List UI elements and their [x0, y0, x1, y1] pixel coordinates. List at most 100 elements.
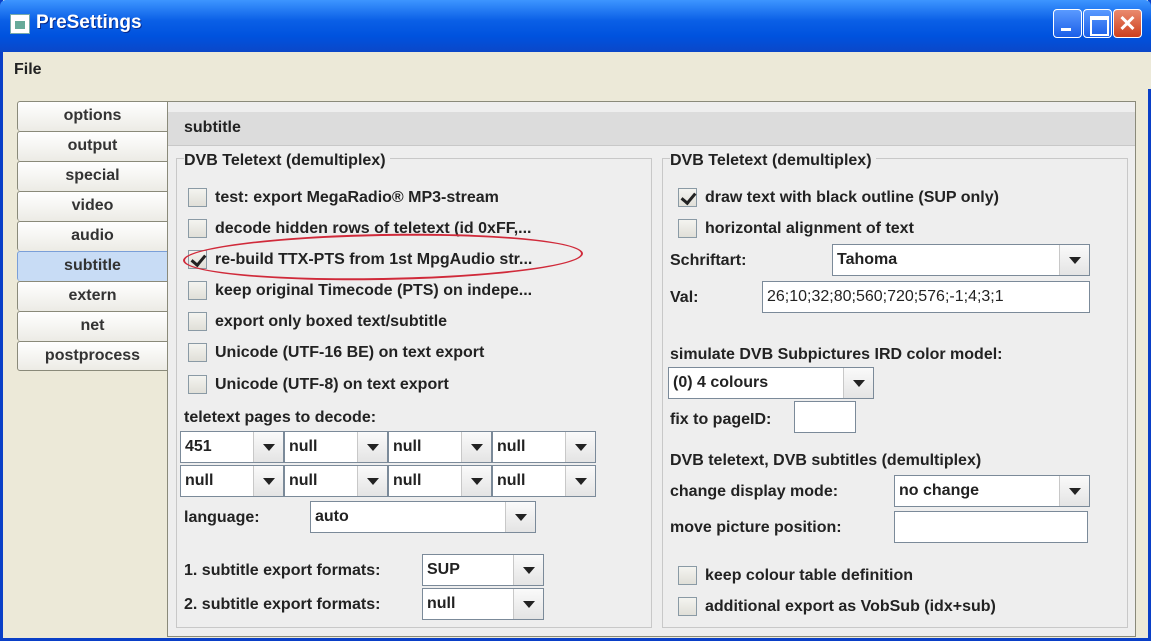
checkbox[interactable]: [188, 219, 207, 238]
font-label: Schriftart:: [670, 252, 747, 269]
select-value: null: [497, 438, 526, 455]
check-horizontal-alignment[interactable]: horizontal alignment of text: [678, 219, 914, 238]
val-label: Val:: [670, 289, 699, 306]
export1-select[interactable]: SUP: [422, 554, 544, 586]
tab-subtitle[interactable]: subtitle: [17, 251, 168, 281]
check-megaradio[interactable]: test: export MegaRadio® MP3-stream: [188, 188, 499, 207]
check-label: keep original Timecode (PTS) on indepe..…: [215, 281, 533, 299]
checkbox[interactable]: [678, 566, 697, 585]
chevron-down-icon: [253, 466, 283, 496]
right-section-title: DVB Teletext (demultiplex): [670, 152, 876, 170]
presettings-window: PreSettings ✕ File options output specia…: [0, 0, 1151, 641]
check-utf16[interactable]: Unicode (UTF-16 BE) on text export: [188, 343, 484, 362]
java-app-icon: [10, 14, 30, 34]
select-value: SUP: [427, 561, 460, 578]
chevron-down-icon: [843, 368, 873, 398]
chevron-down-icon: [1059, 245, 1089, 275]
page-select-8[interactable]: null: [492, 465, 596, 497]
page-select-4[interactable]: null: [492, 431, 596, 463]
select-value: null: [427, 595, 456, 612]
window-title: PreSettings: [36, 12, 142, 33]
page-select-1[interactable]: 451: [180, 431, 284, 463]
page-select-2[interactable]: null: [284, 431, 388, 463]
chevron-down-icon: [461, 466, 491, 496]
checkbox[interactable]: [188, 343, 207, 362]
close-icon: ✕: [1118, 11, 1137, 36]
menu-bar: File: [3, 52, 1151, 89]
page-select-7[interactable]: null: [388, 465, 492, 497]
tab-audio[interactable]: audio: [17, 221, 168, 251]
title-bar[interactable]: PreSettings ✕: [0, 0, 1151, 52]
minimize-button[interactable]: [1053, 9, 1082, 38]
page-select-5[interactable]: null: [180, 465, 284, 497]
chevron-down-icon: [565, 432, 595, 462]
checkbox[interactable]: [678, 188, 697, 207]
check-boxed-text[interactable]: export only boxed text/subtitle: [188, 312, 447, 331]
tab-special[interactable]: special: [17, 161, 168, 191]
display-mode-label: change display mode:: [670, 483, 839, 500]
panel-header: subtitle: [168, 112, 1135, 146]
checkbox[interactable]: [188, 188, 207, 207]
language-select[interactable]: auto: [310, 501, 536, 533]
select-value: 451: [185, 438, 212, 455]
select-value: null: [393, 472, 422, 489]
tab-postprocess[interactable]: postprocess: [17, 341, 168, 371]
checkbox[interactable]: [678, 219, 697, 238]
fixpage-field[interactable]: [794, 401, 856, 433]
check-keep-timecode[interactable]: keep original Timecode (PTS) on indepe..…: [188, 281, 532, 300]
checkbox[interactable]: [188, 375, 207, 394]
chevron-down-icon: [357, 432, 387, 462]
chevron-down-icon: [513, 555, 543, 585]
check-label: Unicode (UTF-8) on text export: [215, 375, 449, 393]
chevron-down-icon: [505, 502, 535, 532]
select-value: auto: [315, 508, 349, 525]
chevron-down-icon: [253, 432, 283, 462]
checkbox[interactable]: [188, 312, 207, 331]
left-section-title: DVB Teletext (demultiplex): [184, 152, 390, 170]
val-field[interactable]: 26;10;32;80;560;720;576;-1;4;3;1: [762, 281, 1090, 313]
chevron-down-icon: [461, 432, 491, 462]
subtitle-panel: subtitle DVB Teletext (demultiplex) test…: [167, 101, 1136, 637]
checkbox[interactable]: [678, 597, 697, 616]
select-value: null: [185, 472, 214, 489]
export2-select[interactable]: null: [422, 588, 544, 620]
check-label: export only boxed text/subtitle: [215, 312, 448, 330]
menu-file[interactable]: File: [14, 61, 42, 79]
check-label: horizontal alignment of text: [705, 219, 914, 237]
check-label: test: export MegaRadio® MP3-stream: [215, 188, 499, 206]
tab-extern[interactable]: extern: [17, 281, 168, 311]
settings-tabs: options output special video audio subti…: [17, 101, 168, 371]
check-keep-colour-table[interactable]: keep colour table definition: [678, 566, 913, 585]
check-label: draw text with black outline (SUP only): [705, 188, 999, 206]
check-black-outline[interactable]: draw text with black outline (SUP only): [678, 188, 999, 207]
maximize-button[interactable]: [1083, 9, 1112, 38]
field-value: 26;10;32;80;560;720;576;-1;4;3;1: [767, 288, 1004, 305]
panel-title: subtitle: [184, 119, 241, 136]
tab-options[interactable]: options: [17, 101, 168, 131]
chevron-down-icon: [357, 466, 387, 496]
check-label: keep colour table definition: [705, 566, 914, 584]
close-button[interactable]: ✕: [1113, 9, 1142, 38]
select-value: null: [289, 438, 318, 455]
tab-net[interactable]: net: [17, 311, 168, 341]
checkbox[interactable]: [188, 281, 207, 300]
select-value: null: [393, 438, 422, 455]
select-value: no change: [899, 482, 980, 499]
check-label: additional export as VobSub (idx+sub): [705, 597, 996, 615]
check-utf8[interactable]: Unicode (UTF-8) on text export: [188, 375, 449, 394]
move-position-label: move picture position:: [670, 519, 842, 536]
page-select-3[interactable]: null: [388, 431, 492, 463]
move-position-field[interactable]: [894, 511, 1088, 543]
page-select-6[interactable]: null: [284, 465, 388, 497]
tab-output[interactable]: output: [17, 131, 168, 161]
chevron-down-icon: [513, 589, 543, 619]
irdc-select[interactable]: (0) 4 colours: [668, 367, 874, 399]
fixpage-label: fix to pageID:: [670, 411, 772, 428]
font-select[interactable]: Tahoma: [832, 244, 1090, 276]
language-label: language:: [184, 509, 260, 526]
check-vobsub-export[interactable]: additional export as VobSub (idx+sub): [678, 597, 996, 616]
display-mode-select[interactable]: no change: [894, 475, 1090, 507]
export2-label: 2. subtitle export formats:: [184, 596, 381, 613]
select-value: null: [289, 472, 318, 489]
tab-video[interactable]: video: [17, 191, 168, 221]
